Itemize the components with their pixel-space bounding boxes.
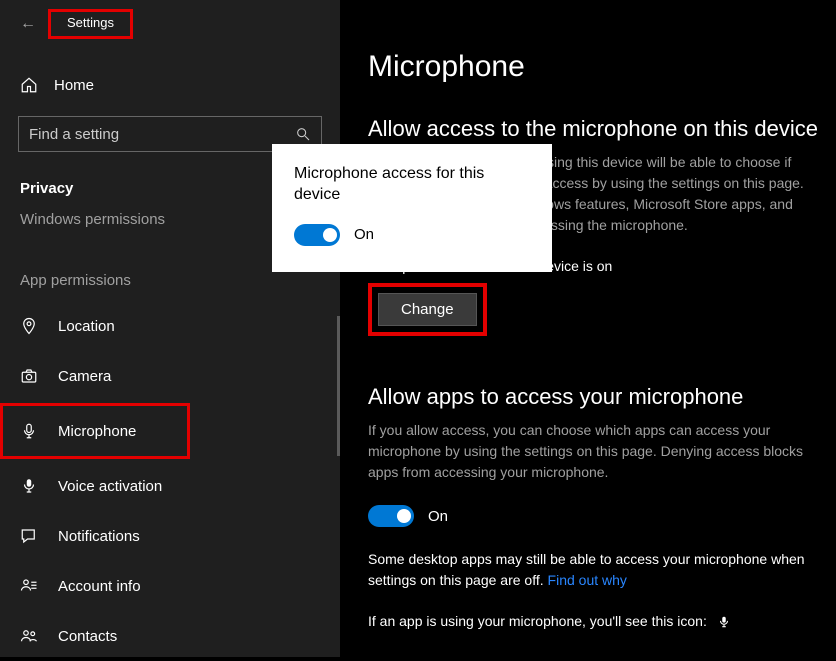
apps-toggle-row: On <box>368 505 836 527</box>
location-label: Location <box>58 318 115 335</box>
home-label: Home <box>54 77 94 94</box>
main-content: Microphone Allow access to the microphon… <box>340 0 836 657</box>
contacts-label: Contacts <box>58 628 117 645</box>
search-input[interactable] <box>29 126 295 143</box>
camera-icon <box>20 367 44 385</box>
section2-icon-note: If an app is using your microphone, you'… <box>368 611 808 632</box>
microphone-label: Microphone <box>58 423 136 440</box>
popup-toggle-label: On <box>354 226 374 243</box>
section2-body: If you allow access, you can choose whic… <box>368 420 808 483</box>
header: ← Settings <box>0 0 340 48</box>
contacts-icon <box>20 627 44 645</box>
sidebar-item-notifications[interactable]: Notifications <box>0 511 340 561</box>
account-info-label: Account info <box>58 578 141 595</box>
settings-title-highlight: Settings <box>48 9 133 39</box>
notifications-icon <box>20 527 44 545</box>
sidebar-item-camera[interactable]: Camera <box>0 351 340 401</box>
account-info-icon <box>20 577 44 595</box>
microphone-icon <box>20 422 44 440</box>
microphone-access-popup: Microphone access for this device On <box>272 144 552 272</box>
sidebar-item-location[interactable]: Location <box>0 301 340 351</box>
popup-toggle[interactable] <box>294 224 340 246</box>
sidebar-item-home[interactable]: Home <box>0 62 340 108</box>
back-arrow-icon[interactable]: ← <box>12 7 44 41</box>
change-button-highlight: Change <box>368 283 487 336</box>
voice-activation-label: Voice activation <box>58 478 162 495</box>
sidebar-item-account-info[interactable]: Account info <box>0 561 340 611</box>
home-icon <box>20 76 44 94</box>
sidebar: ← Settings Home Privacy Windows permissi… <box>0 0 340 657</box>
popup-toggle-row: On <box>294 224 530 246</box>
change-button[interactable]: Change <box>378 293 477 326</box>
section2-title: Allow apps to access your microphone <box>368 384 836 410</box>
camera-label: Camera <box>58 368 111 385</box>
apps-toggle[interactable] <box>368 505 414 527</box>
settings-title: Settings <box>67 15 114 30</box>
microphone-status-icon <box>717 614 731 630</box>
apps-toggle-label: On <box>428 508 448 525</box>
section2-note: Some desktop apps may still be able to a… <box>368 549 808 591</box>
section1-title: Allow access to the microphone on this d… <box>368 116 836 142</box>
page-title: Microphone <box>368 0 836 84</box>
sidebar-item-voice-activation[interactable]: Voice activation <box>0 461 340 511</box>
sidebar-item-microphone[interactable]: Microphone <box>0 403 190 459</box>
popup-title: Microphone access for this device <box>294 164 530 206</box>
voice-activation-icon <box>20 477 44 495</box>
sidebar-item-contacts[interactable]: Contacts <box>0 611 340 661</box>
notifications-label: Notifications <box>58 528 140 545</box>
location-icon <box>20 317 44 335</box>
search-icon <box>295 126 311 142</box>
scrollbar[interactable] <box>337 316 340 456</box>
find-out-why-link[interactable]: Find out why <box>548 572 627 588</box>
